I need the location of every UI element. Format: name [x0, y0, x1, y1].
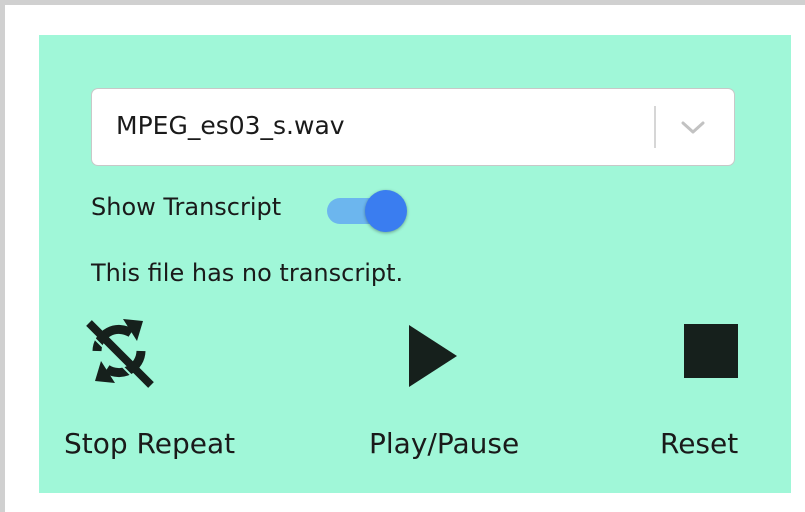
- show-transcript-label: Show Transcript: [91, 193, 282, 221]
- play-pause-label: Play/Pause: [369, 427, 520, 460]
- transcript-message: This file has no transcript.: [91, 259, 404, 287]
- app-frame: MPEG_es03_s.wav Show Transcript This fil…: [0, 0, 805, 512]
- dropdown-separator: [654, 106, 656, 148]
- reset-label: Reset: [660, 427, 739, 460]
- chevron-down-icon[interactable]: [678, 116, 708, 138]
- file-select-value: MPEG_es03_s.wav: [116, 111, 345, 140]
- repeat-off-icon[interactable]: [79, 311, 159, 391]
- play-icon[interactable]: [401, 321, 461, 391]
- audio-player-panel: MPEG_es03_s.wav Show Transcript This fil…: [39, 35, 791, 493]
- toggle-knob: [365, 190, 407, 232]
- file-select-dropdown[interactable]: MPEG_es03_s.wav: [91, 88, 735, 166]
- stop-repeat-label: Stop Repeat: [64, 427, 236, 460]
- show-transcript-toggle[interactable]: [327, 190, 411, 232]
- stop-icon[interactable]: [683, 323, 739, 379]
